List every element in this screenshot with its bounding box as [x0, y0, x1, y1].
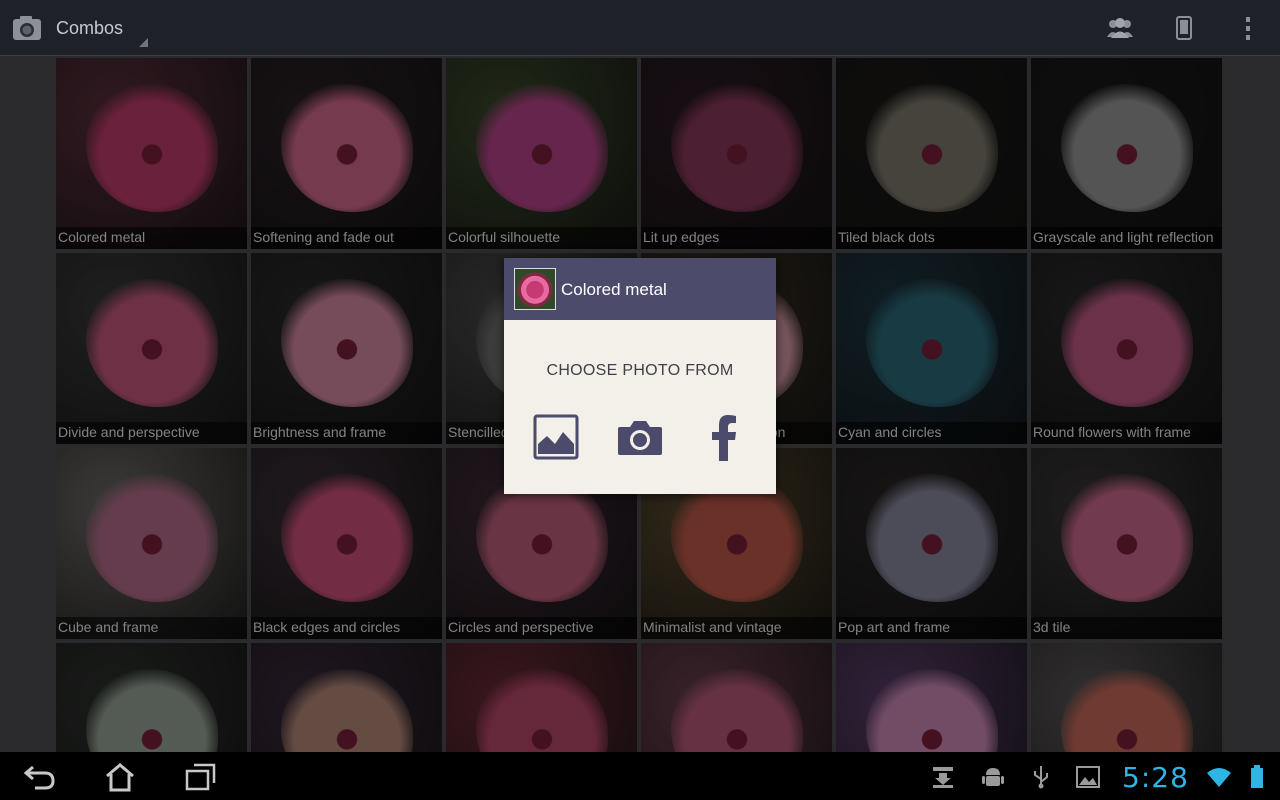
camera-icon[interactable] — [616, 413, 664, 461]
dialog-thumbnail — [514, 268, 556, 310]
dialog-title: Colored metal — [561, 280, 667, 299]
recent-apps-icon[interactable] — [178, 760, 222, 794]
camera-app-icon[interactable] — [12, 14, 42, 42]
gallery-icon[interactable] — [532, 413, 580, 461]
android-debug-icon[interactable] — [980, 765, 1006, 789]
system-nav-bar: 5:28 — [0, 752, 1280, 800]
phone-icon[interactable] — [1166, 12, 1202, 44]
image-icon[interactable] — [1075, 765, 1101, 789]
overflow-menu-icon[interactable] — [1230, 12, 1266, 44]
battery-icon[interactable] — [1244, 765, 1270, 789]
people-icon[interactable] — [1102, 12, 1138, 44]
action-bar: Combos — [0, 0, 1280, 56]
dialog-header: Colored metal — [504, 258, 776, 320]
status-clock[interactable]: 5:28 — [1122, 761, 1189, 794]
dialog-subtitle: CHOOSE PHOTO FROM — [546, 362, 734, 379]
home-icon[interactable] — [98, 760, 142, 794]
wifi-icon[interactable] — [1206, 765, 1232, 789]
back-icon[interactable] — [18, 760, 62, 794]
choose-photo-dialog: Colored metal CHOOSE PHOTO FROM — [504, 258, 776, 494]
app-title[interactable]: Combos — [56, 18, 123, 39]
spinner-indicator[interactable] — [139, 38, 148, 47]
usb-icon[interactable] — [1028, 765, 1054, 789]
download-icon[interactable] — [930, 765, 956, 789]
facebook-icon[interactable] — [700, 413, 748, 461]
